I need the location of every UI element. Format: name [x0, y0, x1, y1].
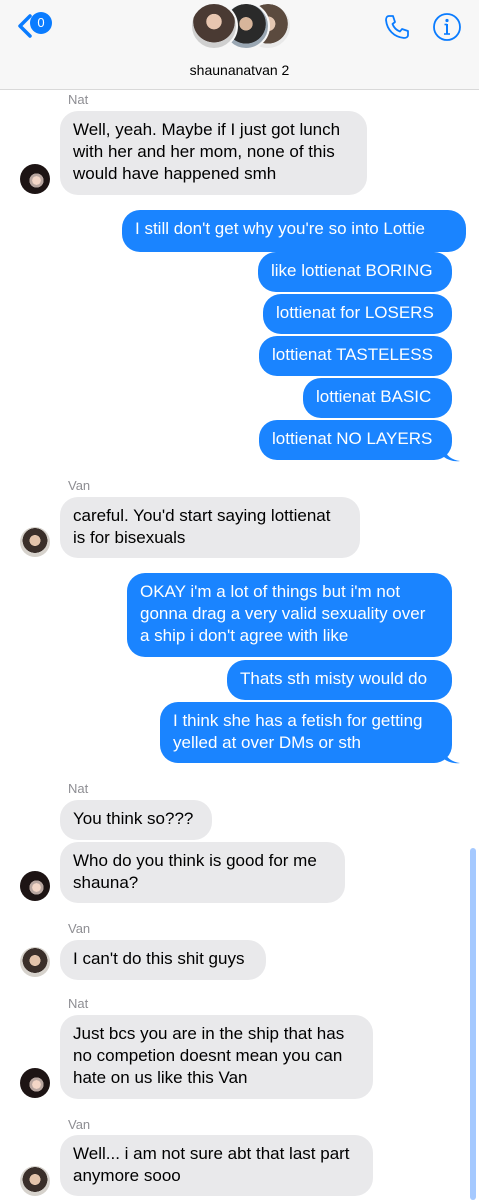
sender-name: Nat	[68, 92, 89, 107]
message-bubble-outgoing[interactable]: like lottienat BORING	[258, 252, 452, 292]
group-avatars[interactable]	[190, 0, 294, 50]
message-bubble-outgoing[interactable]: lottienat BASIC	[303, 378, 452, 418]
message-bubble-outgoing[interactable]: lottienat NO LAYERS	[259, 420, 452, 460]
avatar-van[interactable]	[20, 527, 50, 557]
sender-name: Van	[68, 478, 91, 493]
avatar-van[interactable]	[20, 947, 50, 977]
info-button[interactable]	[432, 12, 462, 42]
call-button[interactable]	[382, 12, 412, 42]
chat-header: 0 shaunanatvan 2	[0, 0, 479, 90]
message-bubble-outgoing[interactable]: lottienat for LOSERS	[263, 294, 452, 334]
sender-name: Nat	[68, 781, 89, 796]
back-button[interactable]: 0	[14, 10, 64, 42]
message-bubble-outgoing[interactable]: I think she has a fetish for getting yel…	[160, 702, 452, 763]
message-bubble-incoming[interactable]: You think so???	[60, 800, 212, 840]
sender-name: Nat	[68, 996, 89, 1011]
unread-count-badge: 0	[30, 12, 52, 34]
avatar-van[interactable]	[20, 1166, 50, 1196]
info-icon	[433, 13, 461, 41]
message-bubble-outgoing[interactable]: Thats sth misty would do	[227, 660, 452, 700]
avatar-nat[interactable]	[20, 871, 50, 901]
group-avatar-1	[190, 2, 238, 50]
message-bubble-outgoing[interactable]: I still don't get why you're so into Lot…	[122, 210, 466, 252]
message-bubble-incoming[interactable]: Who do you think is good for me shauna?	[60, 842, 345, 903]
message-bubble-incoming[interactable]: careful. You'd start saying lottienat is…	[60, 497, 360, 558]
sender-name: Van	[68, 921, 91, 936]
message-bubble-incoming[interactable]: Well, yeah. Maybe if I just got lunch wi…	[60, 111, 367, 195]
avatar-nat[interactable]	[20, 164, 50, 194]
message-bubble-incoming[interactable]: I can't do this shit guys	[60, 940, 266, 980]
message-bubble-incoming[interactable]: Well... i am not sure abt that last part…	[60, 1135, 373, 1196]
avatar-nat[interactable]	[20, 1068, 50, 1098]
phone-icon	[385, 15, 409, 39]
sender-name: Van	[68, 1117, 91, 1132]
message-bubble-outgoing[interactable]: lottienat TASTELESS	[259, 336, 452, 376]
message-bubble-outgoing[interactable]: OKAY i'm a lot of things but i'm not gon…	[127, 573, 452, 657]
bubble-tail	[444, 448, 460, 462]
bubble-tail	[444, 750, 460, 764]
chat-title[interactable]: shaunanatvan 2	[0, 62, 479, 78]
message-bubble-incoming[interactable]: Just bcs you are in the ship that has no…	[60, 1015, 373, 1099]
scrollbar[interactable]	[470, 848, 476, 1200]
